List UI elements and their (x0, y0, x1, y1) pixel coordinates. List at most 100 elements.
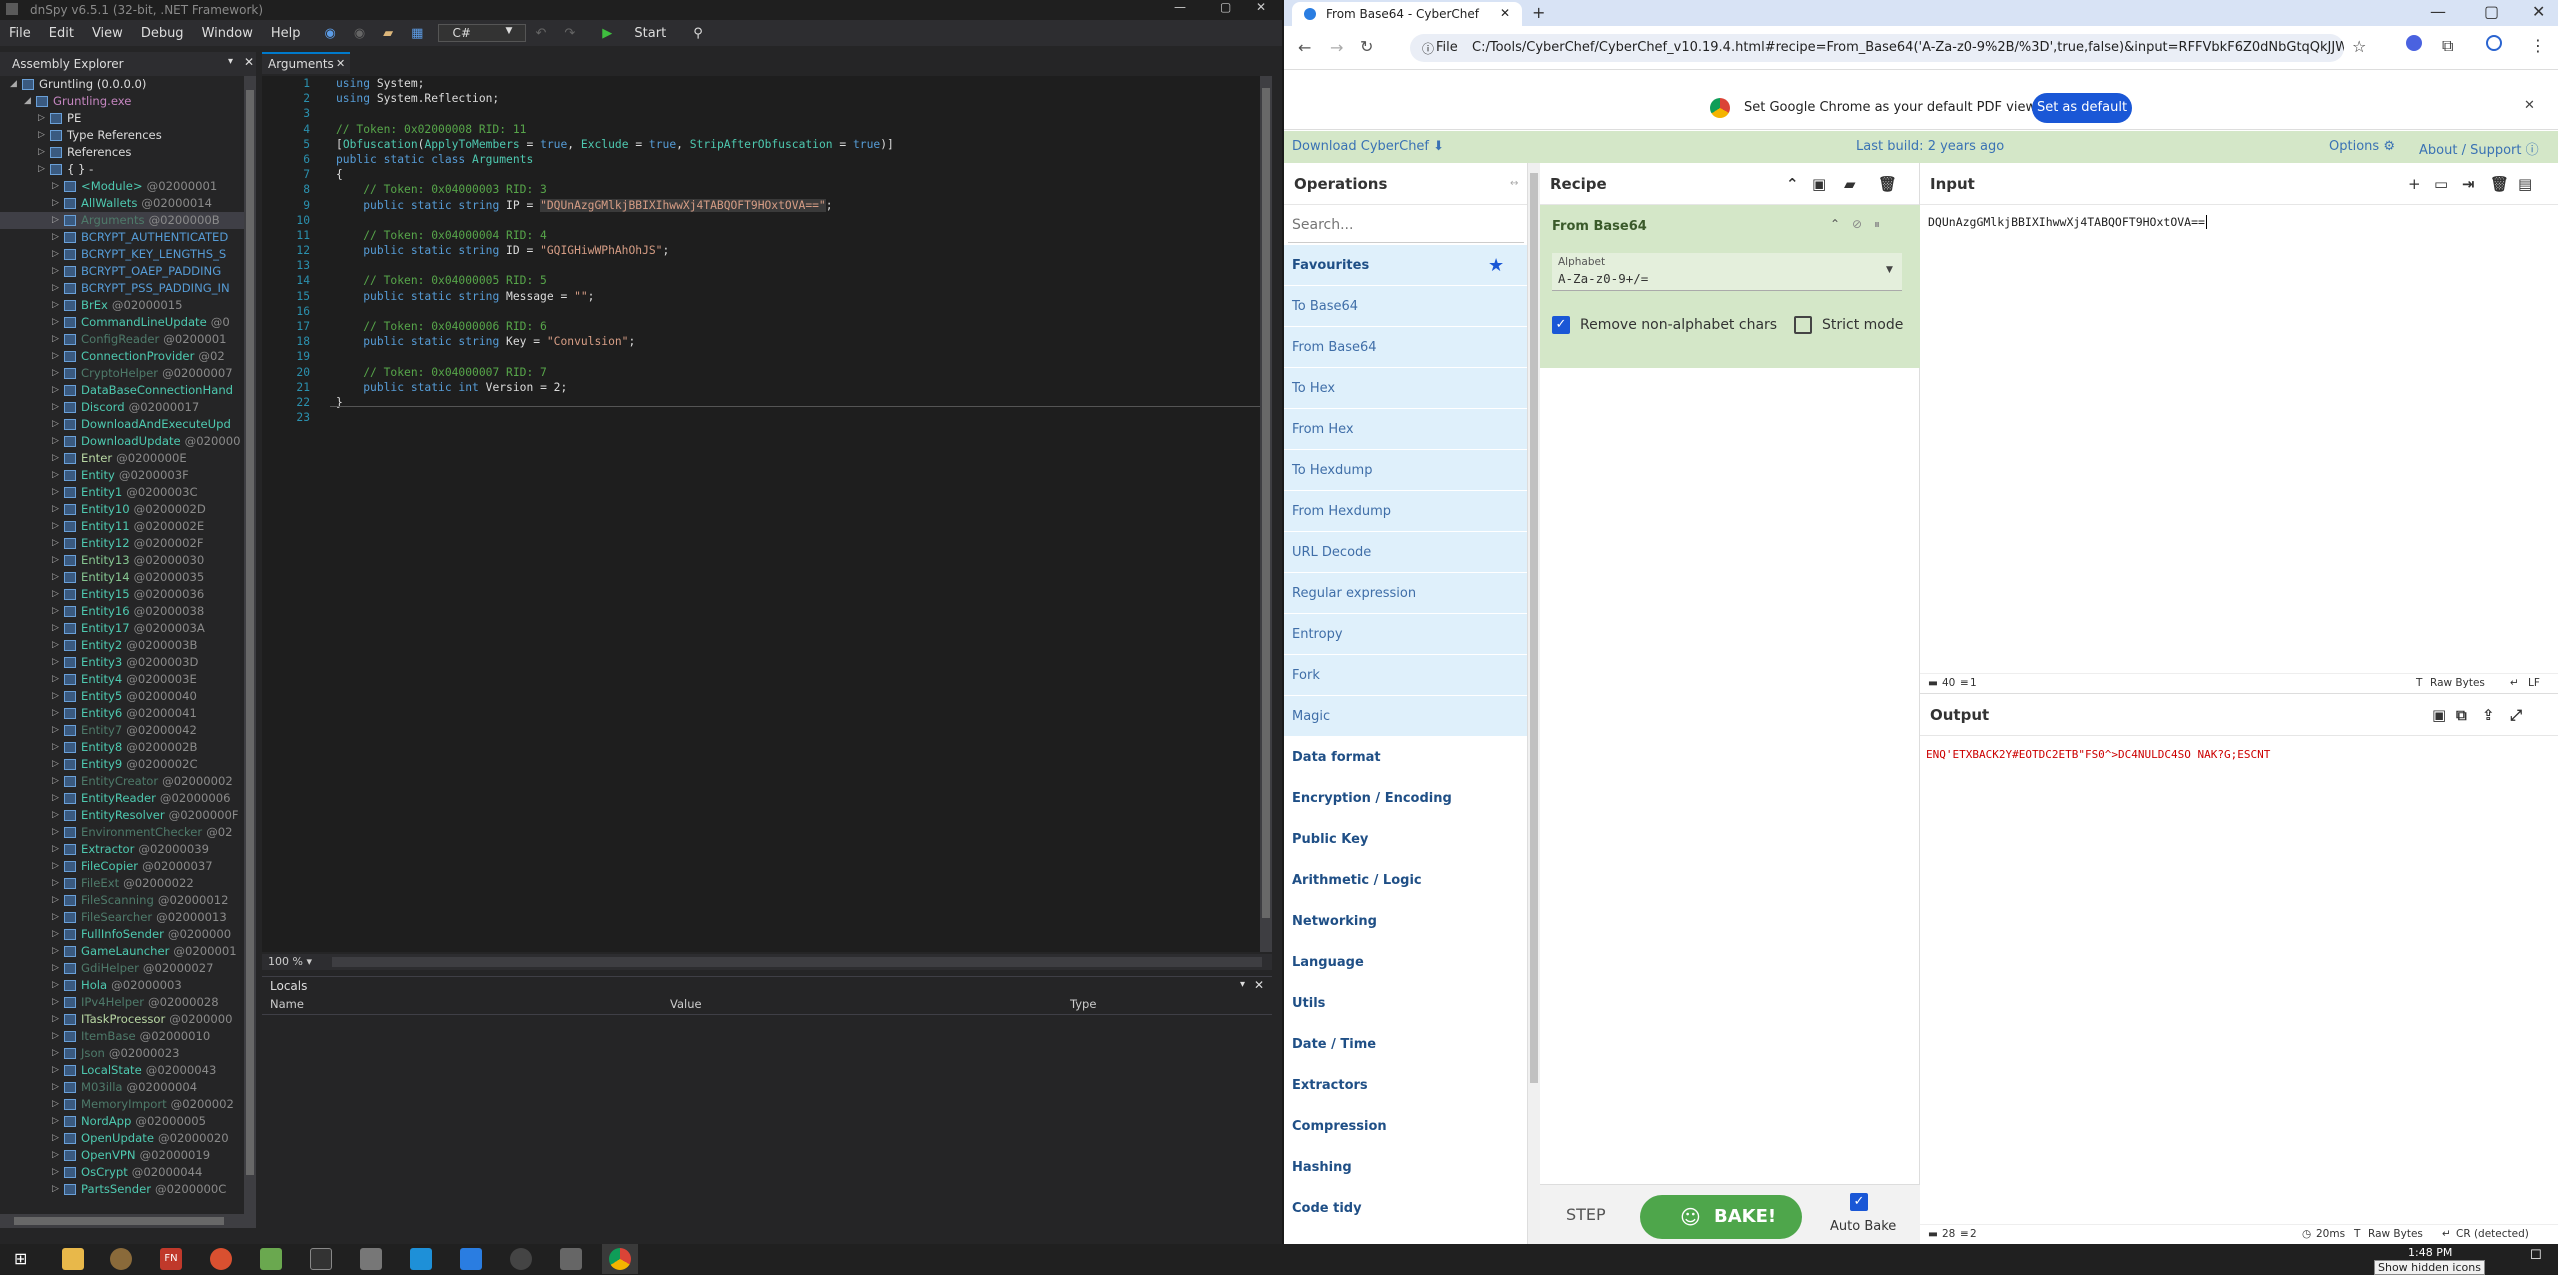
expand-arrow-icon[interactable]: ▷ (52, 722, 64, 739)
layout-icon[interactable]: ▤ (2518, 163, 2532, 205)
remove-nonalpha-checkbox[interactable]: ✓ (1552, 316, 1570, 334)
expand-arrow-icon[interactable]: ▷ (52, 212, 64, 229)
tree-node[interactable]: ▷ DataBaseConnectionHand (0, 382, 244, 399)
expand-arrow-icon[interactable]: ▷ (52, 1062, 64, 1079)
code-line[interactable]: 21 public static int Version = 2; (262, 380, 1272, 395)
fn-app-icon[interactable]: FN (160, 1248, 182, 1270)
taskbar-app-icon[interactable] (360, 1248, 382, 1270)
extensions-puzzle-icon[interactable]: ⧉ (2442, 36, 2453, 56)
op-disable-icon[interactable]: ⊘ (1852, 217, 1862, 231)
language-select[interactable]: C# ▼ (438, 24, 527, 42)
eol-icon[interactable]: ↵ (2510, 677, 2519, 689)
operation-category[interactable]: Encryption / Encoding (1284, 778, 1527, 819)
expand-arrow-icon[interactable]: ▷ (52, 654, 64, 671)
save-output-icon[interactable]: ▣ (2432, 694, 2446, 736)
tree-node[interactable]: ▷ ConnectionProvider @02 (0, 348, 244, 365)
code-line[interactable]: 6 public static class Arguments (262, 152, 1272, 167)
expand-arrow-icon[interactable]: ▷ (52, 1113, 64, 1130)
expand-arrow-icon[interactable]: ▷ (52, 535, 64, 552)
pin-icon[interactable]: ▾ (228, 56, 233, 67)
replace-input-icon[interactable]: ⇪ (2482, 694, 2495, 736)
expand-arrow-icon[interactable]: ▷ (52, 450, 64, 467)
expand-arrow-icon[interactable]: ▷ (52, 909, 64, 926)
expand-arrow-icon[interactable]: ▷ (52, 518, 64, 535)
expand-arrow-icon[interactable]: ▷ (52, 552, 64, 569)
expand-arrow-icon[interactable]: ▷ (38, 127, 50, 144)
expand-arrow-icon[interactable]: ◢ (24, 93, 36, 110)
tree-node[interactable]: ▷ BCRYPT_PSS_PADDING_IN (0, 280, 244, 297)
code-line[interactable]: 2 using System.Reflection; (262, 91, 1272, 106)
profile-avatar[interactable] (2486, 35, 2502, 51)
assembly-tree[interactable]: ◢ Gruntling (0.0.0.0) ◢ Gruntling.exe ▷ PE ▷ Ty… (0, 76, 244, 1214)
expand-arrow-icon[interactable]: ▷ (52, 824, 64, 841)
start-windows-icon[interactable]: ⊞ (14, 1248, 36, 1270)
taskbar-app-icon[interactable] (560, 1248, 582, 1270)
taskbar-app-icon[interactable] (210, 1248, 232, 1270)
tree-node[interactable]: ▷ CryptoHelper @02000007 (0, 365, 244, 382)
menu-file[interactable]: File (0, 26, 40, 41)
undo-icon[interactable]: ↶ (526, 26, 555, 41)
chrome-tab[interactable]: From Base64 - CyberChef ✕ (1292, 2, 1522, 26)
expand-arrow-icon[interactable]: ▷ (52, 246, 64, 263)
input-encoding[interactable]: Raw Bytes (2430, 677, 2485, 689)
close-panel-icon[interactable]: ✕ (244, 55, 254, 69)
code-line[interactable]: 18 public static string Key = "Convulsio… (262, 334, 1272, 349)
chevron-down-icon[interactable]: ▾ (306, 955, 312, 968)
strict-mode-checkbox[interactable] (1794, 316, 1812, 334)
notepad-icon[interactable] (260, 1248, 282, 1270)
tree-node[interactable]: ▷ GdiHelper @02000027 (0, 960, 244, 977)
tree-node[interactable]: ▷ DownloadUpdate @020000 (0, 433, 244, 450)
tree-node[interactable]: ▷ Type References (0, 127, 244, 144)
back-icon[interactable]: ← (1298, 38, 1311, 57)
tree-node[interactable]: ▷ Entity10 @0200002D (0, 501, 244, 518)
operation-category[interactable]: Data format (1284, 737, 1527, 778)
op-collapse-icon[interactable]: ⌃ (1830, 217, 1840, 231)
bookmark-star-icon[interactable]: ☆ (2352, 37, 2366, 56)
menu-edit[interactable]: Edit (40, 26, 83, 41)
terminal-icon[interactable] (310, 1248, 332, 1270)
alphabet-field[interactable]: Alphabet A-Za-z0-9+/= ▼ (1552, 253, 1902, 291)
taskbar-app-icon[interactable] (110, 1248, 132, 1270)
code-line[interactable]: 12 public static string ID = "GQIGHiwWPh… (262, 243, 1272, 258)
tree-node[interactable]: ▷ EnvironmentChecker @02 (0, 824, 244, 841)
expand-arrow-icon[interactable]: ▷ (52, 671, 64, 688)
tree-node[interactable]: ▷ Extractor @02000039 (0, 841, 244, 858)
editor-scroll-thumb[interactable] (1262, 88, 1270, 918)
tree-node[interactable]: ▷ Entity2 @0200003B (0, 637, 244, 654)
expand-arrow-icon[interactable]: ◢ (10, 76, 22, 93)
tree-node[interactable]: ▷ CommandLineUpdate @0 (0, 314, 244, 331)
operation-category[interactable]: Hashing (1284, 1147, 1527, 1188)
open-icon[interactable]: ▰ (374, 26, 402, 41)
tree-node[interactable]: ◢ Gruntling.exe (0, 93, 244, 110)
expand-arrow-icon[interactable]: ▷ (52, 178, 64, 195)
expand-arrow-icon[interactable]: ▷ (52, 1045, 64, 1062)
tree-node[interactable]: ▷ FileSearcher @02000013 (0, 909, 244, 926)
extension-icon[interactable] (2406, 35, 2422, 51)
expand-arrow-icon[interactable]: ▷ (52, 1096, 64, 1113)
operation-item[interactable]: From Hexdump (1284, 491, 1527, 532)
expand-arrow-icon[interactable]: ▷ (52, 569, 64, 586)
set-as-default-button[interactable]: Set as default (2032, 93, 2132, 123)
tree-node[interactable]: ▷ EntityResolver @0200000F (0, 807, 244, 824)
search-icon[interactable]: ⚲ (684, 26, 712, 41)
code-line[interactable]: 19 (262, 349, 1272, 364)
tree-node[interactable]: ▷ BCRYPT_KEY_LENGTHS_S (0, 246, 244, 263)
tree-node[interactable]: ▷ Entity14 @02000035 (0, 569, 244, 586)
tree-node[interactable]: ▷ Entity8 @0200002B (0, 739, 244, 756)
expand-arrow-icon[interactable]: ▷ (52, 382, 64, 399)
tree-node[interactable]: ▷ Entity6 @02000041 (0, 705, 244, 722)
encoding-icon[interactable]: T (2354, 1228, 2360, 1240)
code-line[interactable]: 17 // Token: 0x04000006 RID: 6 (262, 319, 1272, 334)
reload-icon[interactable]: ↻ (1360, 37, 1373, 56)
maximize-icon[interactable]: ▢ (2484, 2, 2499, 21)
menu-debug[interactable]: Debug (132, 26, 193, 41)
save-recipe-icon[interactable]: ▣ (1812, 163, 1826, 205)
bake-button[interactable]: ☺ BAKE! (1640, 1195, 1802, 1239)
code-line[interactable]: 20 // Token: 0x04000007 RID: 7 (262, 365, 1272, 380)
chrome-taskbar-button[interactable] (602, 1244, 638, 1274)
tree-node[interactable]: ▷ ITaskProcessor @0200000 (0, 1011, 244, 1028)
tree-node[interactable]: ▷ PartsSender @0200000C (0, 1181, 244, 1198)
expand-arrow-icon[interactable]: ▷ (38, 161, 50, 178)
expand-arrow-icon[interactable]: ▷ (52, 365, 64, 382)
input-eol[interactable]: LF (2528, 677, 2540, 689)
